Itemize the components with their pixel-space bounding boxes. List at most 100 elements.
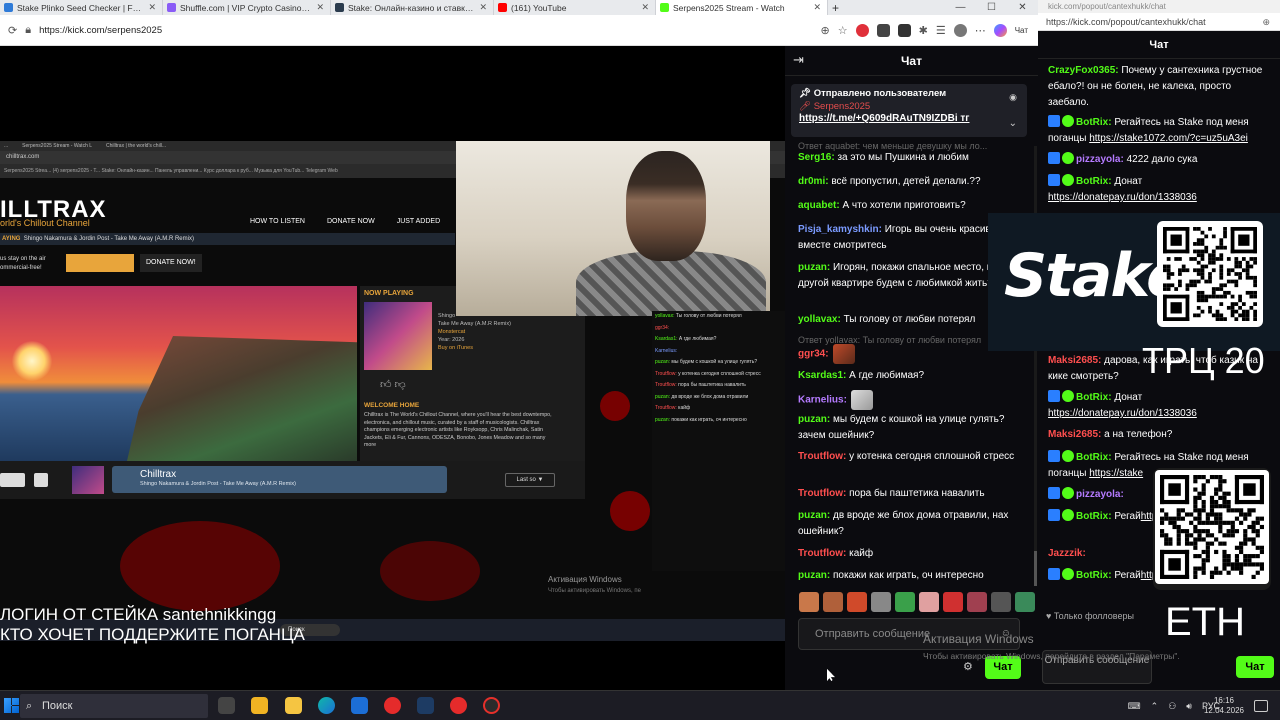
new-tab-button[interactable]: + xyxy=(828,0,845,15)
qr-module xyxy=(1204,245,1209,250)
bot-badge-icon xyxy=(1048,174,1060,186)
chat-username[interactable]: Troutflow: xyxy=(798,451,846,462)
chat-username[interactable]: puzan: xyxy=(798,262,830,273)
emote-button[interactable] xyxy=(823,592,843,612)
obs-icon[interactable] xyxy=(483,697,500,714)
chat-username[interactable]: Serg16: xyxy=(798,152,835,163)
chat-username[interactable]: BotRix: xyxy=(1076,176,1112,187)
store-icon[interactable] xyxy=(251,697,268,714)
browser-tab[interactable]: Stake Plinko Seed Checker | Free P ✕ xyxy=(0,0,163,15)
chat-username[interactable]: Pisja_kamyshkin: xyxy=(798,224,882,235)
chat-username[interactable]: aquabet: xyxy=(798,200,840,211)
close-tab-icon[interactable]: ✕ xyxy=(316,2,324,13)
volume-icon[interactable]: 🔊︎ xyxy=(1186,701,1192,712)
pinned-link[interactable]: https://t.me/+Q609dRAuTN9IZDBi тг xyxy=(799,113,1019,124)
hide-pinned-icon[interactable]: ◉ xyxy=(1009,92,1017,103)
emote-button[interactable] xyxy=(967,592,987,612)
popout-send-button[interactable]: Чат xyxy=(1236,656,1274,678)
emote-button[interactable] xyxy=(799,592,819,612)
browser-tab[interactable]: Serpens2025 Stream - Watch ✕ xyxy=(656,0,828,15)
chat-username[interactable]: puzan: xyxy=(798,570,830,581)
chat-username[interactable]: yollavax: xyxy=(798,314,841,325)
chat-username[interactable]: BotRix: xyxy=(1076,392,1112,403)
close-tab-icon[interactable]: ✕ xyxy=(641,2,649,13)
chat-username[interactable]: puzan: xyxy=(798,414,830,425)
chat-username[interactable]: BotRix: xyxy=(1076,570,1112,581)
yandex-icon[interactable] xyxy=(384,697,401,714)
emote-button[interactable] xyxy=(943,592,963,612)
chat-link[interactable]: https://stake xyxy=(1089,468,1143,479)
pinned-message[interactable]: 📌︎ Отправлено пользователем 🎤︎ Serpens20… xyxy=(791,84,1027,137)
chat-username[interactable]: Jazzzik: xyxy=(1048,548,1086,559)
chat-username[interactable]: BotRix: xyxy=(1076,117,1112,128)
chat-username[interactable]: Ksardas1: xyxy=(798,370,846,381)
emote-button[interactable] xyxy=(919,592,939,612)
notification-icon[interactable] xyxy=(1254,700,1268,712)
chat-link[interactable]: https://donatepay.ru/don/1338036 xyxy=(1048,192,1197,203)
chat-username[interactable]: BotRix: xyxy=(1076,452,1112,463)
mail-icon[interactable] xyxy=(351,697,368,714)
address-bar[interactable]: https://kick.com/serpens2025 xyxy=(39,25,812,36)
edge-icon[interactable] xyxy=(318,697,335,714)
maximize-icon[interactable]: ☐ xyxy=(976,0,1007,15)
extension-icon[interactable] xyxy=(897,23,911,37)
chat-username[interactable]: puzan: xyxy=(798,510,830,521)
chevron-up-icon[interactable]: ⌃ xyxy=(1151,701,1159,712)
chat-scrollbar[interactable] xyxy=(1034,146,1037,586)
star-icon[interactable]: ☆ xyxy=(838,24,848,37)
chat-username[interactable]: Karnelius: xyxy=(798,395,847,406)
popout-address-bar[interactable]: https://kick.com/popout/cantexhukk/chat ⊕ xyxy=(1038,13,1280,31)
chat-username[interactable]: Maksi2685: xyxy=(1048,429,1101,440)
taskbar-clock[interactable]: 16:16 12.04.2026 xyxy=(1204,696,1244,716)
network-icon[interactable]: ⚇ xyxy=(1168,701,1176,712)
close-icon[interactable]: ✕ xyxy=(1007,0,1038,15)
browser-tab[interactable]: Shuffle.com | VIP Crypto Casino an ✕ xyxy=(163,0,331,15)
minimize-icon[interactable]: — xyxy=(945,0,976,15)
chat-scroll-thumb[interactable] xyxy=(1034,551,1037,586)
close-tab-icon[interactable]: ✕ xyxy=(813,2,821,13)
yandex-browser-icon[interactable] xyxy=(450,697,467,714)
close-tab-icon[interactable]: ✕ xyxy=(148,2,156,13)
chat-username[interactable]: ggr34: xyxy=(798,349,829,360)
chat-username[interactable]: dr0mi: xyxy=(798,176,829,187)
chat-username[interactable]: CrazyFox0365: xyxy=(1048,65,1119,76)
steam-icon[interactable] xyxy=(417,697,434,714)
chat-username[interactable]: Troutflow: xyxy=(798,548,846,559)
puzzle-icon[interactable]: ✱ xyxy=(919,24,928,37)
browser-tab[interactable]: Stake: Онлайн-казино и ставки н ✕ xyxy=(331,0,494,15)
task-view-icon[interactable] xyxy=(218,697,235,714)
windows-start-icon[interactable] xyxy=(4,698,19,713)
qr-module xyxy=(1185,294,1190,321)
emote-button[interactable] xyxy=(895,592,915,612)
chat-link[interactable]: https://donatepay.ru/don/1338036 xyxy=(1048,408,1197,419)
chat-link[interactable]: https://stake1072.com/?c=uz5uA3ei xyxy=(1089,133,1248,144)
emote-button[interactable] xyxy=(847,592,867,612)
chat-username[interactable]: pizzayola: xyxy=(1076,489,1124,500)
zoom-icon[interactable]: ⊕ xyxy=(1262,13,1270,31)
extension-icon[interactable] xyxy=(876,23,890,37)
chat-username[interactable]: pizzayola: xyxy=(1076,154,1124,165)
zoom-icon[interactable]: ⊕ xyxy=(821,24,830,37)
emote-button[interactable] xyxy=(1015,592,1035,612)
reload-icon[interactable]: ⟳ xyxy=(8,24,17,37)
emote-button[interactable] xyxy=(991,592,1011,612)
chat-username[interactable]: Troutflow: xyxy=(798,488,846,499)
extension-icon[interactable] xyxy=(855,23,869,37)
chat-toggle-button[interactable]: Чат xyxy=(1015,26,1038,35)
keyboard-icon[interactable]: ⌨ xyxy=(1128,701,1141,712)
player-bar: Chilltrax Shingo Nakamura & Jordin Post … xyxy=(112,466,447,493)
chevron-down-icon[interactable]: ⌄ xyxy=(1009,118,1017,129)
stream-player[interactable]: ... Serpens2025 Stream - Watch L Chilltr… xyxy=(0,46,785,690)
copilot-icon[interactable] xyxy=(993,23,1007,37)
qr-module xyxy=(1255,529,1260,534)
chat-username[interactable]: BotRix: xyxy=(1076,511,1112,522)
close-tab-icon[interactable]: ✕ xyxy=(479,2,487,13)
menu-icon[interactable]: ⋯ xyxy=(975,24,986,37)
emote-button[interactable] xyxy=(871,592,891,612)
chat-username[interactable]: Maksi2685: xyxy=(1048,355,1101,366)
file-explorer-icon[interactable] xyxy=(285,697,302,714)
favorites-icon[interactable]: ☰ xyxy=(936,24,946,37)
browser-tab[interactable]: (161) YouTube ✕ xyxy=(494,0,656,15)
profile-avatar[interactable] xyxy=(953,23,967,37)
taskbar-search[interactable]: ⌕ Поиск xyxy=(20,694,208,718)
